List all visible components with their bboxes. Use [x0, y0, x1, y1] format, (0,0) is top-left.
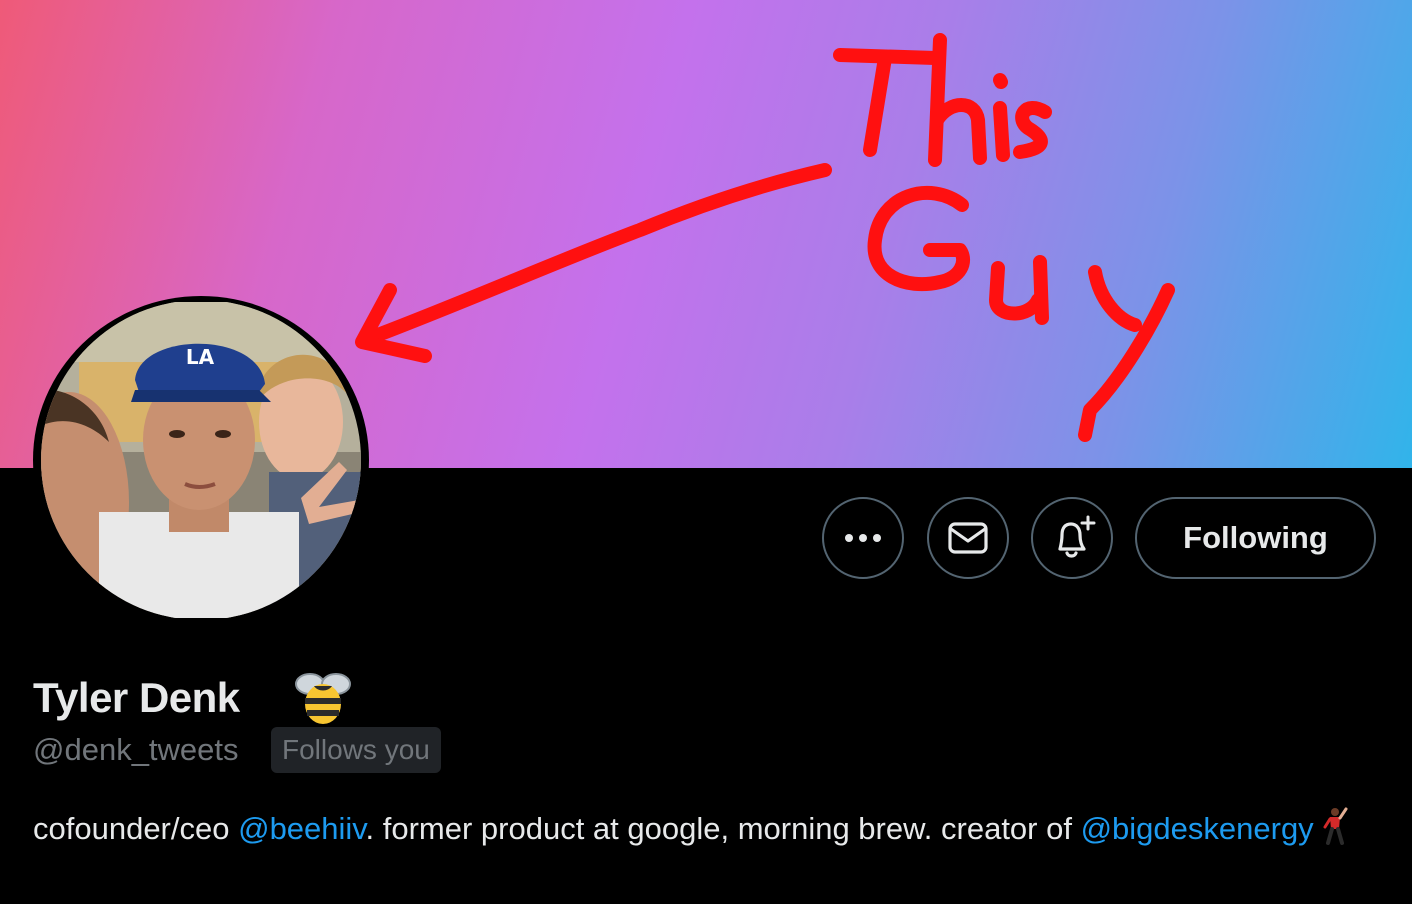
mention-bigdeskenergy-link[interactable]: @bigdeskenergy [1081, 811, 1314, 846]
dancing-man-icon [1323, 807, 1348, 845]
follows-you-badge: Follows you [271, 727, 441, 773]
following-label: Following [1183, 520, 1328, 555]
svg-text:LA: LA [186, 345, 215, 369]
avatar-photo: LA [41, 302, 361, 618]
envelope-icon [948, 522, 988, 554]
red-arrow-icon [363, 163, 832, 345]
profile-avatar[interactable]: LA [33, 296, 369, 624]
bio-text-2: . former product at google, morning brew… [365, 811, 1081, 846]
bell-plus-icon [1058, 515, 1096, 558]
message-button[interactable] [927, 497, 1009, 579]
bee-icon [295, 673, 351, 724]
following-button[interactable]: Following [1135, 497, 1376, 579]
more-horizontal-icon [845, 534, 881, 542]
profile-handle: @denk_tweets [33, 732, 239, 767]
notify-button[interactable] [1031, 497, 1113, 579]
bio-text-1: cofounder/ceo [33, 811, 239, 846]
display-name: Tyler Denk [33, 674, 240, 721]
more-button[interactable] [822, 497, 904, 579]
mention-beehiiv-link[interactable]: @beehiiv [238, 811, 365, 846]
profile-bio: cofounder/ceo @beehiiv. former product a… [33, 806, 1373, 852]
